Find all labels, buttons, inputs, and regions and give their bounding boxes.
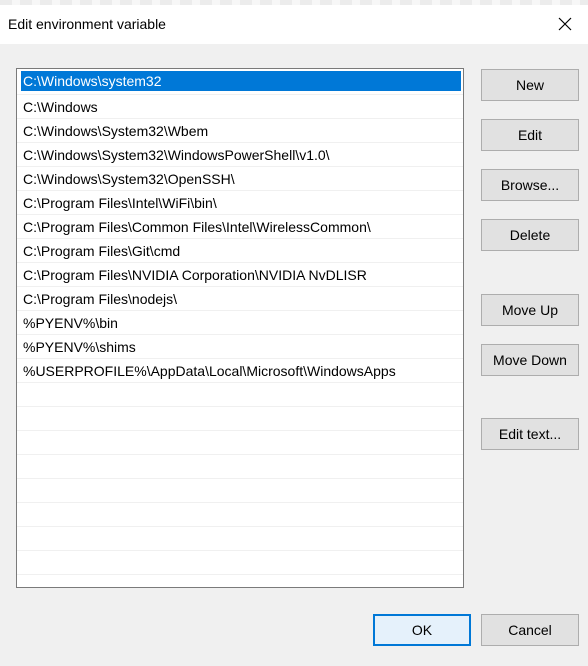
delete-button[interactable]: Delete: [481, 219, 579, 251]
list-item-empty[interactable]: [17, 551, 463, 575]
list-item[interactable]: C:\Windows\System32\Wbem: [17, 119, 463, 143]
title-bar: Edit environment variable: [0, 0, 588, 44]
list-item-text: C:\Windows\System32\WindowsPowerShell\v1…: [23, 147, 330, 163]
close-button[interactable]: [548, 5, 588, 41]
list-item[interactable]: C:\Windows: [17, 95, 463, 119]
dialog-body: C:\Windows\system32 C:\Windows C:\Windows\…: [0, 44, 588, 666]
list-item[interactable]: C:\Program Files\Git\cmd: [17, 239, 463, 263]
edit-text-button[interactable]: Edit text...: [481, 418, 579, 450]
new-button[interactable]: New: [481, 69, 579, 101]
list-item-text: C:\Program Files\Git\cmd: [23, 243, 181, 259]
list-item-text: %USERPROFILE%\AppData\Local\Microsoft\Wi…: [23, 363, 396, 379]
close-icon: [558, 17, 572, 31]
list-item-text: C:\Windows: [23, 99, 98, 115]
list-item[interactable]: C:\Windows\System32\OpenSSH\: [17, 167, 463, 191]
list-item-empty[interactable]: [17, 383, 463, 407]
list-item[interactable]: %PYENV%\shims: [17, 335, 463, 359]
list-item-text: C:\Windows\system32: [21, 71, 461, 91]
list-item-empty[interactable]: [17, 575, 463, 587]
list-item-text: C:\Program Files\nodejs\: [23, 291, 178, 307]
list-item-empty[interactable]: [17, 503, 463, 527]
list-item-text: C:\Program Files\NVIDIA Corporation\NVID…: [23, 267, 367, 283]
list-item[interactable]: C:\Program Files\Intel\WiFi\bin\: [17, 191, 463, 215]
list-item-text: %PYENV%\bin: [23, 315, 118, 331]
list-item-text: C:\Windows\System32\Wbem: [23, 123, 209, 139]
list-item[interactable]: C:\Program Files\Common Files\Intel\Wire…: [17, 215, 463, 239]
list-item[interactable]: C:\Windows\system32: [17, 71, 463, 95]
move-down-button[interactable]: Move Down: [481, 344, 579, 376]
background-window-strip: [0, 0, 588, 5]
edit-button[interactable]: Edit: [481, 119, 579, 151]
list-item-empty[interactable]: [17, 407, 463, 431]
list-item-text: C:\Program Files\Intel\WiFi\bin\: [23, 195, 217, 211]
cancel-button[interactable]: Cancel: [481, 614, 579, 646]
list-item-empty[interactable]: [17, 527, 463, 551]
list-item-text: C:\Program Files\Common Files\Intel\Wire…: [23, 219, 371, 235]
list-item[interactable]: %PYENV%\bin: [17, 311, 463, 335]
browse-button[interactable]: Browse...: [481, 169, 579, 201]
move-up-button[interactable]: Move Up: [481, 294, 579, 326]
list-item-text: %PYENV%\shims: [23, 339, 136, 355]
list-item-empty[interactable]: [17, 431, 463, 455]
list-item-empty[interactable]: [17, 479, 463, 503]
list-item[interactable]: C:\Program Files\NVIDIA Corporation\NVID…: [17, 263, 463, 287]
window-title: Edit environment variable: [8, 16, 166, 32]
variable-list[interactable]: C:\Windows\system32 C:\Windows C:\Windows\…: [16, 68, 464, 588]
list-item[interactable]: %USERPROFILE%\AppData\Local\Microsoft\Wi…: [17, 359, 463, 383]
list-item-text: C:\Windows\System32\OpenSSH\: [23, 171, 235, 187]
list-item-empty[interactable]: [17, 455, 463, 479]
list-item[interactable]: C:\Program Files\nodejs\: [17, 287, 463, 311]
list-item[interactable]: C:\Windows\System32\WindowsPowerShell\v1…: [17, 143, 463, 167]
ok-button[interactable]: OK: [373, 614, 471, 646]
